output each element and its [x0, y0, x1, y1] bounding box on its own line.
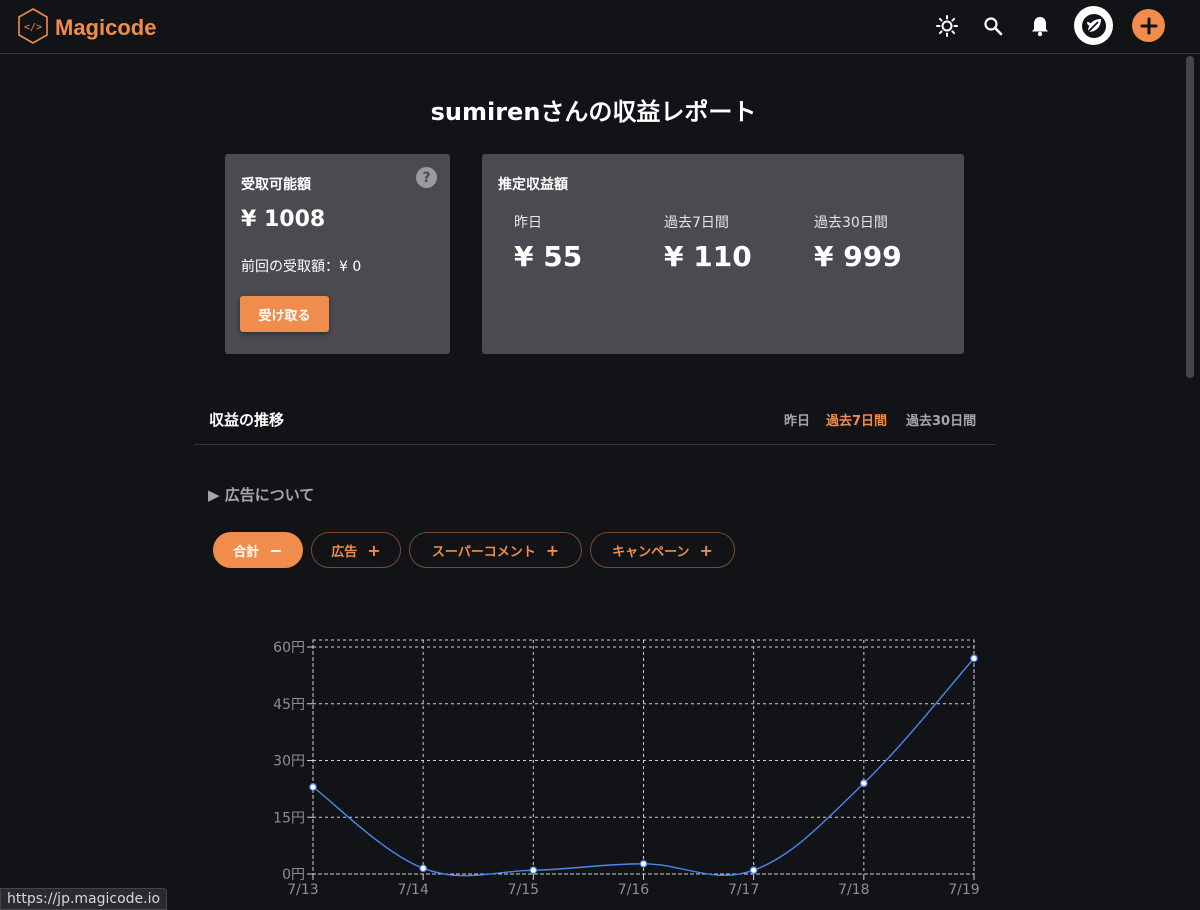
x-tick-label: 7/18: [838, 882, 869, 898]
period-value-30days: ¥ 999: [814, 240, 902, 273]
plus-icon: +: [545, 540, 560, 560]
plus-icon: +: [699, 540, 713, 560]
data-point: [860, 779, 868, 788]
x-tick-label: 7/13: [287, 882, 318, 898]
trend-section-title: 収益の推移: [209, 411, 285, 429]
data-point: [529, 866, 538, 875]
y-tick-label: 0円: [282, 867, 305, 883]
y-tick-label: 30円: [273, 754, 305, 770]
x-tick-label: 7/19: [948, 882, 979, 898]
avatar[interactable]: [1074, 6, 1113, 45]
brand-logo[interactable]: </> Magicode: [17, 7, 156, 49]
tab-7days[interactable]: 過去7日間: [826, 410, 887, 429]
plus-icon: +: [367, 540, 381, 560]
data-point: [309, 783, 317, 791]
y-tick-label: 45円: [273, 697, 305, 713]
chip-total[interactable]: 合計 −: [213, 532, 303, 568]
chip-super-comment[interactable]: スーパーコメント +: [409, 532, 582, 568]
page-title: sumirenさんの収益レポート: [430, 98, 757, 126]
y-tick-label: 15円: [273, 810, 305, 826]
period-value-yesterday: ¥ 55: [514, 240, 583, 273]
chip-ads[interactable]: 広告 +: [311, 532, 401, 568]
x-tick-label: 7/17: [728, 882, 759, 898]
x-tick-label: 7/14: [397, 882, 429, 898]
y-tick-label: 60円: [273, 640, 305, 656]
tab-yesterday[interactable]: 昨日: [784, 410, 810, 429]
sun-icon[interactable]: [935, 14, 959, 38]
code-hexagon-icon: </>: [17, 7, 49, 49]
section-divider: [194, 444, 996, 445]
data-point: [970, 654, 978, 663]
page-scrollbar[interactable]: [1186, 56, 1194, 378]
chip-total-label: 合計: [233, 544, 260, 560]
receive-button[interactable]: 受け取る: [240, 296, 329, 332]
chip-campaign-label: キャンペーン: [612, 544, 690, 560]
data-point: [749, 866, 758, 875]
svg-text:</>: </>: [24, 22, 42, 33]
data-point: [419, 864, 427, 873]
available-label: 受取可能額: [241, 177, 311, 193]
create-button[interactable]: [1132, 9, 1165, 42]
search-icon[interactable]: [981, 14, 1005, 38]
revenue-trend-chart: 0円 15円 30円 45円 60円 7/13 7/14 7/15 7/16 7/17 7/18 7/…: [273, 639, 980, 898]
brand-name: Magicode: [55, 15, 157, 40]
period-value-7days: ¥ 110: [664, 240, 752, 273]
ad-info-toggle[interactable]: ▶ 広告について: [208, 484, 314, 505]
data-point: [639, 859, 648, 868]
plus-icon: [1140, 17, 1157, 34]
help-icon[interactable]: ?: [416, 167, 437, 188]
leaf-icon: [1081, 13, 1106, 38]
chip-super-comment-label: スーパーコメント: [431, 544, 536, 560]
x-tick-label: 7/15: [508, 882, 539, 898]
tab-30days[interactable]: 過去30日間: [906, 410, 976, 429]
minus-icon: −: [269, 540, 283, 560]
period-label-30days: 過去30日間: [814, 215, 888, 231]
period-label-7days: 過去7日間: [664, 215, 729, 231]
x-tick-label: 7/16: [618, 882, 650, 898]
bell-icon[interactable]: [1028, 14, 1052, 38]
top-header: </> Magicode: [0, 0, 1200, 54]
period-label-yesterday: 昨日: [514, 215, 542, 231]
status-bar-url: https://jp.magicode.io: [0, 888, 168, 910]
available-amount: ¥ 1008: [241, 207, 326, 232]
estimate-label: 推定収益額: [498, 177, 568, 193]
chip-ads-label: 広告: [331, 544, 358, 560]
chip-campaign[interactable]: キャンペーン +: [590, 532, 735, 568]
previous-received-amount: 前回の受取額：¥ 0: [241, 259, 362, 275]
